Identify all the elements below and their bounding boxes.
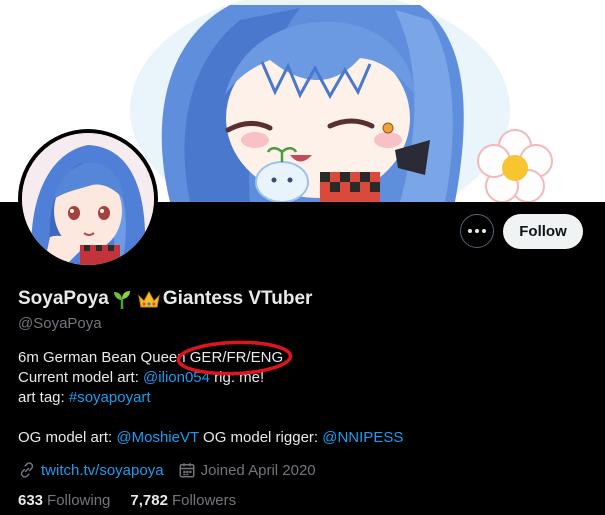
following-label: Following (47, 492, 111, 509)
bio-line-2: Current model art: @ilion054 rig: me! (18, 368, 403, 388)
bio-text: OG model rigger: (198, 429, 323, 446)
profile-meta: twitch.tv/soyapoya Joined April 2020 (18, 461, 316, 479)
following-stat[interactable]: 633 Following (18, 492, 110, 509)
profile-stats: 633 Following 7,782 Followers (18, 492, 236, 509)
mention-link[interactable]: @MoshieVT (116, 429, 198, 446)
following-count: 633 (18, 492, 44, 509)
user-handle: @SoyaPoya (18, 315, 102, 332)
calendar-icon (179, 463, 195, 478)
profile-bio: 6m German Bean Queen GER/FR/ENG Current … (18, 348, 403, 448)
follow-button[interactable]: Follow (503, 214, 583, 249)
display-name: SoyaPoya Giantess VTuber (18, 288, 312, 310)
more-options-button[interactable] (460, 214, 494, 248)
mention-link[interactable]: @NNIPESS (322, 429, 403, 446)
profile-page: Follow SoyaPoya Giantess VTuber @SoyaPoy… (0, 0, 605, 515)
bio-text: 6m German Bean Queen (18, 349, 190, 366)
followers-count: 7,782 (130, 492, 168, 509)
bio-text: art tag: (18, 389, 69, 406)
website-item[interactable]: twitch.tv/soyapoya (18, 461, 164, 479)
bio-line-4: OG model art: @MoshieVT OG model rigger:… (18, 428, 403, 448)
website-link[interactable]: twitch.tv/soyapoya (41, 462, 164, 479)
bio-text: Current model art: (18, 369, 144, 386)
bio-line-1: 6m German Bean Queen GER/FR/ENG (18, 348, 403, 368)
bio-line-3: art tag: #soyapoyart (18, 388, 403, 408)
avatar-image (22, 133, 154, 265)
hashtag-link[interactable]: #soyapoyart (69, 389, 151, 406)
sprout-icon (113, 291, 130, 309)
joined-date: Joined April 2020 (200, 461, 316, 479)
display-name-text: SoyaPoya (18, 288, 109, 309)
followers-label: Followers (171, 492, 237, 509)
joined-item: Joined April 2020 (178, 461, 316, 479)
display-name-suffix: Giantess VTuber (162, 288, 313, 309)
bio-languages: GER/FR/ENG (189, 349, 284, 366)
followers-stat[interactable]: 7,782 Followers (130, 492, 236, 509)
bio-text: OG model art: (18, 429, 117, 446)
more-icon (467, 229, 488, 233)
link-icon (20, 462, 34, 478)
mention-link[interactable]: @ilion054 (143, 369, 210, 386)
crown-icon (138, 290, 160, 308)
bio-text: rig: me! (209, 369, 265, 386)
follow-button-label: Follow (519, 223, 567, 240)
profile-avatar[interactable] (18, 129, 158, 269)
